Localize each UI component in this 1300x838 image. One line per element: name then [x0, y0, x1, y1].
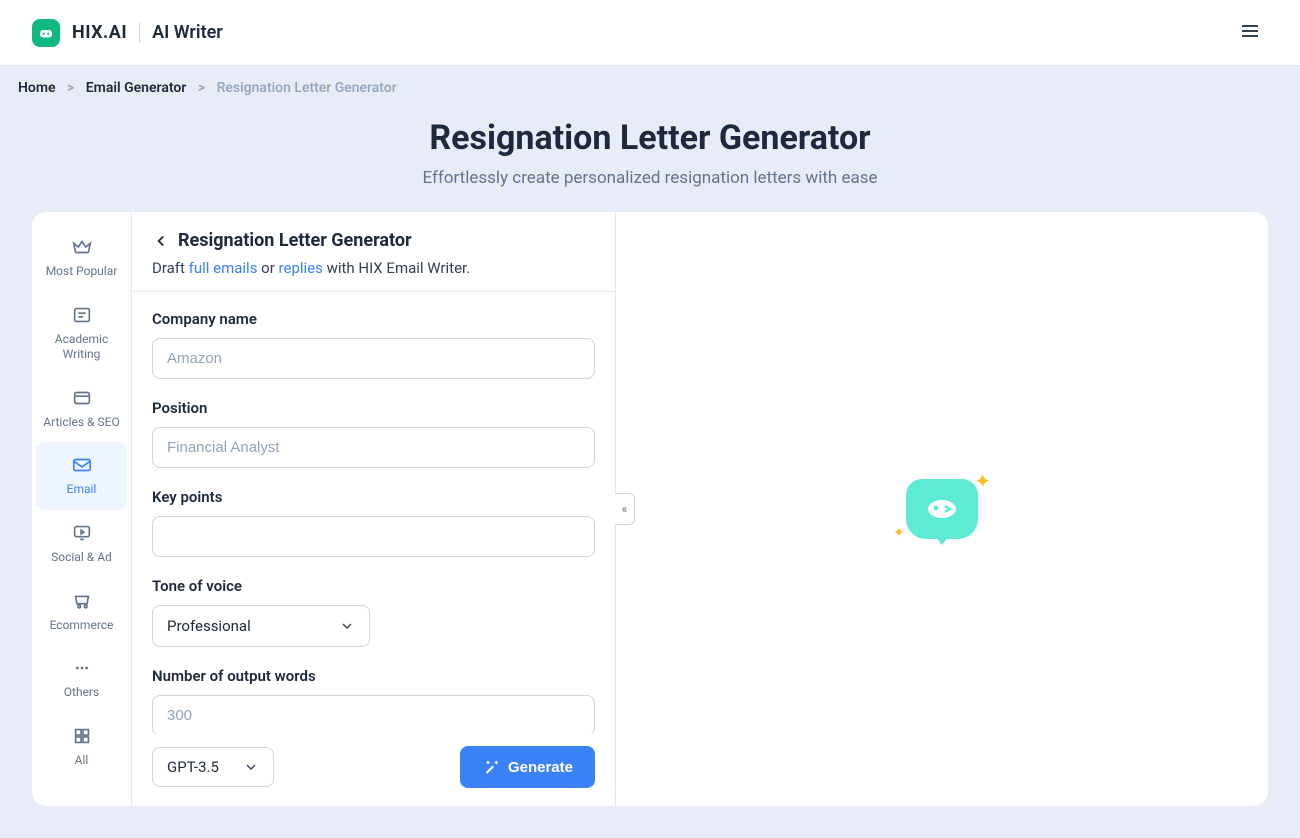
generate-label: Generate — [508, 759, 573, 776]
company-label: Company name — [152, 310, 595, 328]
logo-area: HIX.AI AI Writer — [32, 19, 223, 47]
form-head: Resignation Letter Generator Draft full … — [132, 212, 615, 292]
chevron-down-icon — [339, 618, 355, 634]
output-area: « ✦ ✦ — [616, 212, 1268, 806]
position-input[interactable] — [152, 427, 595, 468]
form-body: Company name Position Key points Tone of… — [132, 292, 615, 734]
page-title: Resignation Letter Generator — [0, 118, 1300, 158]
sidebar-item-email[interactable]: Email — [36, 442, 127, 510]
sidebar-label: All — [75, 753, 89, 769]
sidebar-label: Most Popular — [46, 264, 118, 280]
sidebar-label: Social & Ad — [51, 550, 112, 566]
chevron-down-icon — [243, 759, 259, 775]
form-footer: GPT-3.5 Generate — [132, 734, 615, 806]
main-panel: Most Popular Academic Writing Articles &… — [32, 212, 1268, 806]
sidebar-item-academic[interactable]: Academic Writing — [32, 292, 131, 375]
cart-icon — [71, 590, 93, 612]
keypoints-input[interactable] — [152, 516, 595, 557]
words-label: Number of output words — [152, 667, 595, 685]
sidebar-item-all[interactable]: All — [32, 713, 131, 781]
breadcrumb-sep: > — [198, 80, 205, 96]
sidebar-label: Email — [67, 482, 97, 498]
position-label: Position — [152, 399, 595, 417]
sidebar-item-popular[interactable]: Most Popular — [32, 224, 131, 292]
monitor-icon — [71, 522, 93, 544]
words-input[interactable] — [152, 695, 595, 734]
breadcrumb-current: Resignation Letter Generator — [217, 80, 397, 96]
form-subtitle: Draft full emails or replies with HIX Em… — [152, 259, 595, 277]
sidebar-item-others[interactable]: Others — [32, 645, 131, 713]
full-emails-link[interactable]: full emails — [189, 259, 258, 277]
sidebar-label: Academic Writing — [38, 332, 125, 363]
model-select[interactable]: GPT-3.5 — [152, 747, 274, 787]
email-icon — [71, 454, 93, 476]
tone-select[interactable]: Professional — [152, 605, 370, 647]
page-subtitle: Effortlessly create personalized resigna… — [0, 168, 1300, 188]
chevron-left-icon[interactable] — [152, 232, 170, 250]
logo-icon — [32, 19, 60, 47]
sidebar-label: Ecommerce — [50, 618, 114, 634]
breadcrumb-email[interactable]: Email Generator — [86, 80, 187, 96]
tone-label: Tone of voice — [152, 577, 595, 595]
company-input[interactable] — [152, 338, 595, 379]
grid-icon — [71, 725, 93, 747]
hamburger-menu[interactable] — [1232, 13, 1268, 53]
tone-value: Professional — [167, 617, 251, 635]
header: HIX.AI AI Writer — [0, 0, 1300, 66]
replies-link[interactable]: replies — [279, 259, 323, 277]
breadcrumb-home[interactable]: Home — [18, 80, 56, 96]
form-area: Resignation Letter Generator Draft full … — [132, 212, 616, 806]
sidebar-item-articles[interactable]: Articles & SEO — [32, 375, 131, 443]
hero: Resignation Letter Generator Effortlessl… — [0, 110, 1300, 212]
divider — [139, 23, 140, 43]
product-name: AI Writer — [152, 22, 223, 43]
sidebar-item-ecommerce[interactable]: Ecommerce — [32, 578, 131, 646]
breadcrumb-sep: > — [67, 80, 74, 96]
form-title: Resignation Letter Generator — [178, 230, 412, 251]
dots-icon — [71, 657, 93, 679]
document-icon — [71, 304, 93, 326]
collapse-button[interactable]: « — [615, 493, 635, 525]
keypoints-label: Key points — [152, 488, 595, 506]
brand-name: HIX.AI — [72, 22, 127, 43]
mascot-icon: ✦ ✦ — [897, 473, 987, 545]
model-value: GPT-3.5 — [167, 758, 219, 776]
sidebar-label: Others — [64, 685, 99, 701]
browser-icon — [71, 387, 93, 409]
sidebar: Most Popular Academic Writing Articles &… — [32, 212, 132, 806]
sidebar-item-social[interactable]: Social & Ad — [32, 510, 131, 578]
crown-icon — [71, 236, 93, 258]
generate-button[interactable]: Generate — [460, 746, 595, 788]
breadcrumb: Home > Email Generator > Resignation Let… — [0, 66, 1300, 110]
wand-icon — [482, 758, 500, 776]
sidebar-label: Articles & SEO — [43, 415, 119, 431]
